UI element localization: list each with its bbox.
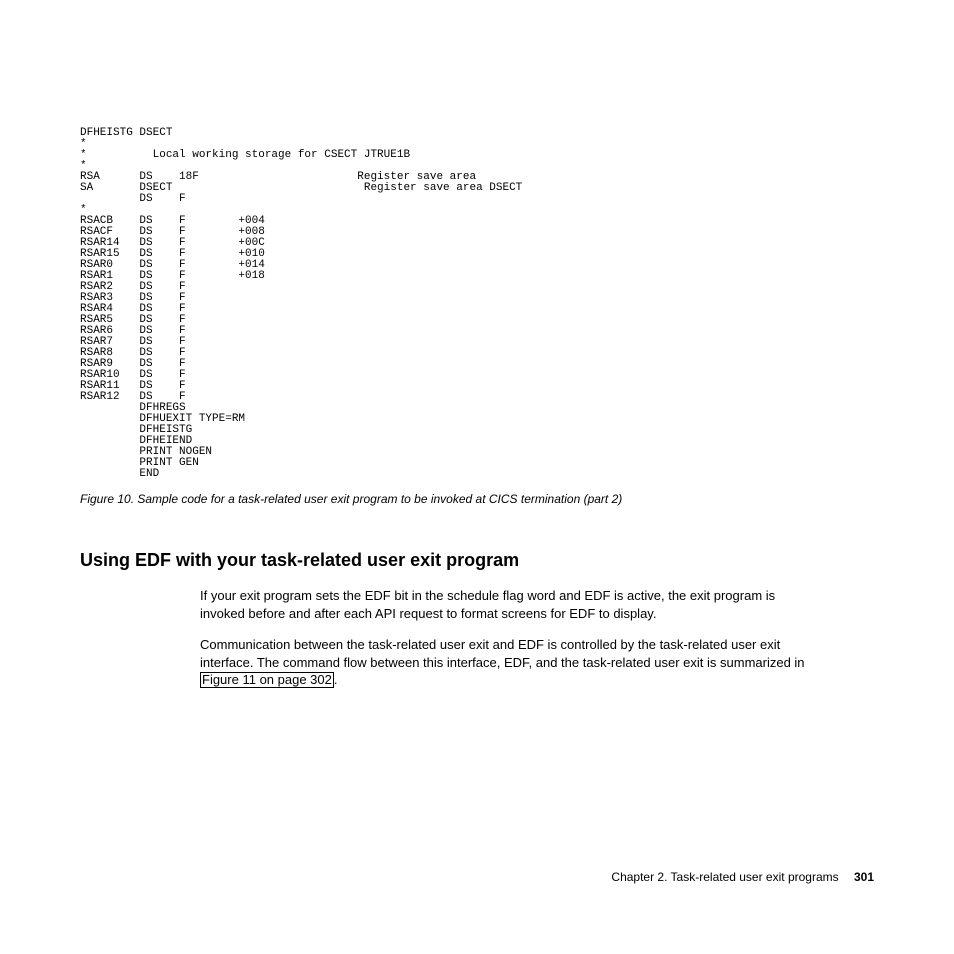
page: DFHEISTG DSECT * * Local working storage… — [0, 0, 954, 954]
cross-reference-link[interactable]: Figure 11 on page 302 — [200, 672, 334, 688]
footer-page-number: 301 — [854, 870, 874, 884]
paragraph-2-text-1: Communication between the task-related u… — [200, 637, 805, 670]
footer-chapter: Chapter 2. Task-related user exit progra… — [611, 870, 838, 884]
body-text: If your exit program sets the EDF bit in… — [200, 587, 820, 689]
figure-caption: Figure 10. Sample code for a task-relate… — [80, 492, 874, 506]
code-listing: DFHEISTG DSECT * * Local working storage… — [80, 128, 874, 480]
section-heading: Using EDF with your task-related user ex… — [80, 550, 874, 571]
paragraph-2: Communication between the task-related u… — [200, 636, 820, 689]
paragraph-1: If your exit program sets the EDF bit in… — [200, 587, 820, 622]
page-footer: Chapter 2. Task-related user exit progra… — [611, 870, 874, 884]
paragraph-2-text-3: . — [334, 672, 338, 687]
